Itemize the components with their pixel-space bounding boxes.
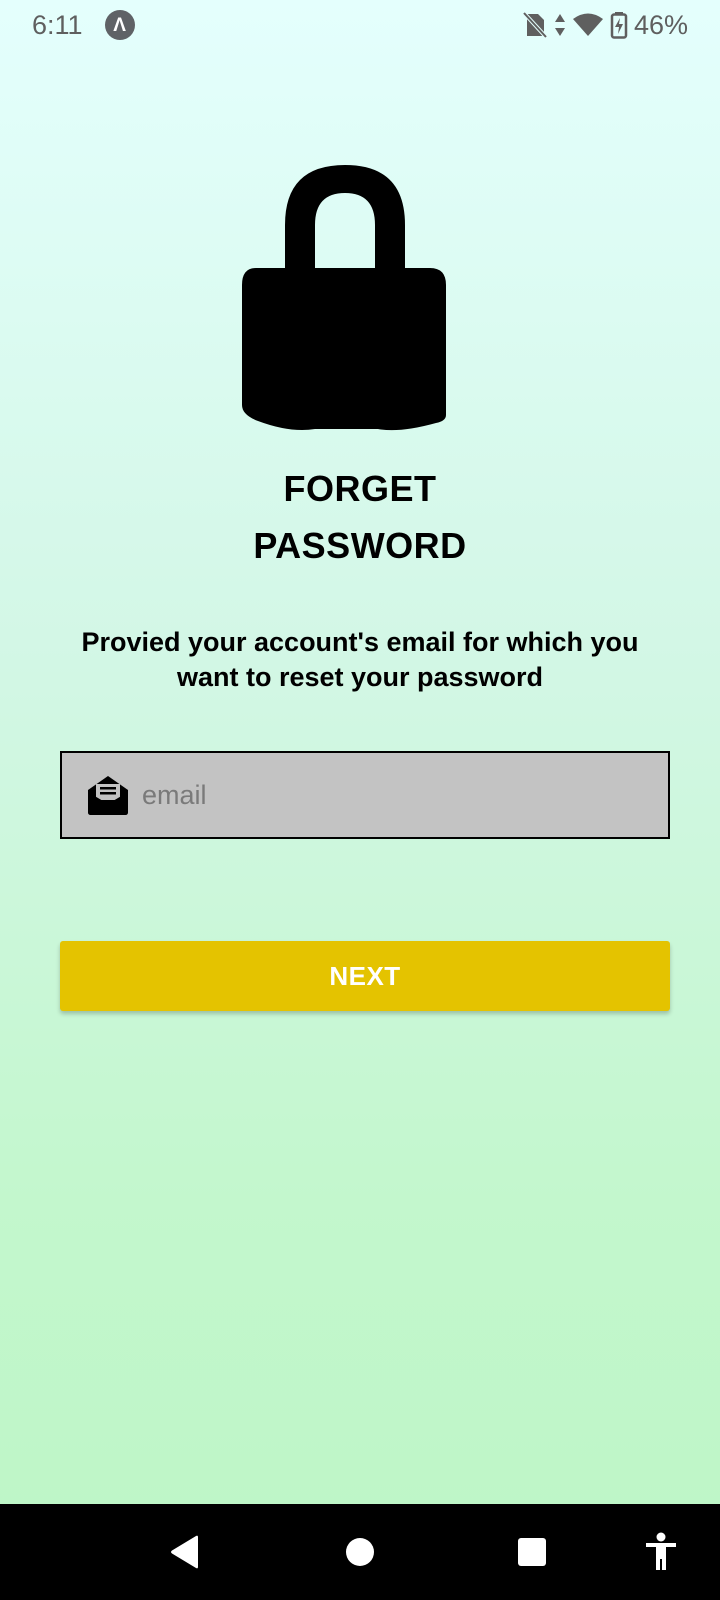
status-time: 6:11 <box>32 9 83 40</box>
page-title: FORGET PASSWORD <box>0 460 720 574</box>
email-field[interactable] <box>60 751 670 839</box>
home-icon <box>346 1538 374 1566</box>
title-line-1: FORGET <box>283 468 437 509</box>
back-icon <box>171 1535 198 1569</box>
accessibility-icon <box>646 1532 676 1570</box>
next-button[interactable]: NEXT <box>60 941 670 1011</box>
status-bar: 6:11 Λ 46% <box>0 0 720 50</box>
app-notification-icon: Λ <box>104 10 135 40</box>
accessibility-button[interactable] <box>636 1504 686 1600</box>
battery-charging-icon <box>610 12 628 39</box>
battery-percent: 46% <box>633 9 688 40</box>
status-left: 6:11 Λ <box>32 10 135 41</box>
back-button[interactable] <box>160 1504 210 1600</box>
email-input[interactable] <box>142 765 642 825</box>
recents-button[interactable] <box>507 1504 557 1600</box>
instruction-text: Provied your account's email for which y… <box>81 627 639 692</box>
wifi-icon <box>572 13 603 36</box>
status-right: 46% <box>522 10 688 41</box>
open-mail-icon <box>88 776 128 815</box>
lock-icon <box>242 165 446 431</box>
navigation-bar <box>0 1504 720 1600</box>
no-sim-icon <box>522 11 548 39</box>
home-button[interactable] <box>335 1504 385 1600</box>
data-arrows-icon <box>554 14 565 36</box>
recents-icon <box>518 1538 546 1566</box>
title-line-2: PASSWORD <box>253 525 467 566</box>
